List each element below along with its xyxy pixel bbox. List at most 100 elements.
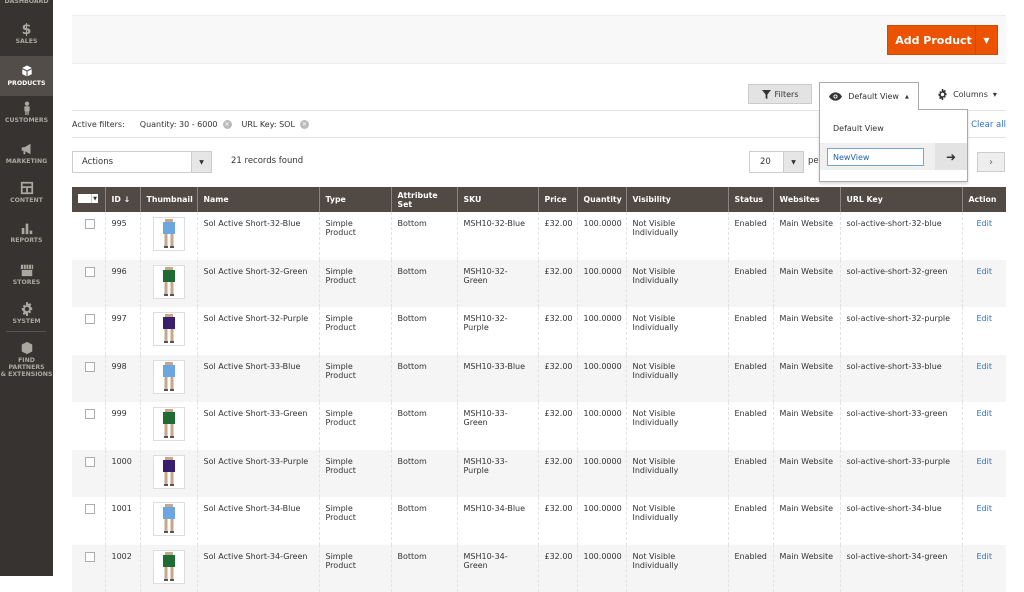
cell-thumbnail — [140, 355, 197, 403]
edit-link[interactable]: Edit — [977, 314, 993, 323]
chevron-right-icon: › — [989, 157, 993, 168]
product-thumbnail[interactable] — [153, 265, 185, 299]
filters-button[interactable]: Filters — [748, 84, 812, 104]
sidebar-item-find-partners[interactable]: FIND PARTNERS & EXTENSIONS — [0, 341, 53, 377]
product-thumbnail[interactable] — [153, 360, 185, 394]
sidebar-item-marketing[interactable]: MARKETING — [0, 142, 53, 174]
table-row[interactable]: 997Sol Active Short-32-PurpleSimple Prod… — [72, 307, 1006, 355]
cell-url-key: sol-active-short-32-purple — [840, 307, 962, 355]
sidebar-item-reports[interactable]: REPORTS — [0, 221, 53, 253]
table-row[interactable]: 1002Sol Active Short-34-GreenSimple Prod… — [72, 545, 1006, 592]
mass-actions-select[interactable]: Actions ▼ — [72, 151, 212, 173]
product-thumbnail[interactable] — [153, 312, 185, 346]
view-switcher-button[interactable]: Default View ▲ — [819, 82, 919, 110]
row-checkbox[interactable] — [85, 457, 95, 467]
gear-icon — [937, 89, 948, 100]
add-product-label[interactable]: Add Product — [888, 34, 975, 47]
shorts-product-image — [161, 504, 177, 534]
column-header-quantity[interactable]: Quantity — [577, 187, 626, 212]
filter-funnel-icon — [762, 90, 771, 99]
dollar-icon: $ — [0, 22, 53, 38]
column-header-visibility[interactable]: Visibility — [626, 187, 728, 212]
row-checkbox[interactable] — [85, 552, 95, 562]
table-row[interactable]: 999Sol Active Short-33-GreenSimple Produ… — [72, 402, 1006, 450]
columns-button[interactable]: Columns ▾ — [932, 84, 1002, 104]
cell-price: £32.00 — [538, 545, 577, 592]
product-thumbnail[interactable] — [153, 455, 185, 489]
row-checkbox[interactable] — [85, 219, 95, 229]
row-checkbox[interactable] — [85, 314, 95, 324]
edit-link[interactable]: Edit — [977, 457, 993, 466]
column-header-type[interactable]: Type — [319, 187, 391, 212]
cell-status: Enabled — [728, 497, 773, 545]
edit-link[interactable]: Edit — [977, 552, 993, 561]
filter-chip-label: Quantity: 30 - 6000 — [140, 120, 218, 129]
per-page-select[interactable]: 20 ▼ — [749, 151, 804, 173]
column-header-id[interactable]: ID ↓ — [105, 187, 140, 212]
table-row[interactable]: 998Sol Active Short-33-BlueSimple Produc… — [72, 355, 1006, 403]
product-thumbnail[interactable] — [153, 217, 185, 251]
table-row[interactable]: 996Sol Active Short-32-GreenSimple Produ… — [72, 260, 1006, 308]
save-view-button[interactable]: ➜ — [935, 143, 967, 170]
cell-attribute-set: Bottom — [391, 307, 457, 355]
row-select-cell — [72, 545, 105, 592]
mass-select-checkbox[interactable]: ▼ — [78, 194, 98, 204]
clear-all-filters-link[interactable]: Clear all — [971, 120, 1006, 130]
column-header-name[interactable]: Name — [197, 187, 319, 212]
row-checkbox[interactable] — [85, 504, 95, 514]
column-header-websites[interactable]: Websites — [773, 187, 840, 212]
cell-type: Simple Product — [319, 212, 391, 260]
column-header-attribute-set[interactable]: Attribute Set — [391, 187, 457, 212]
view-option-default[interactable]: Default View — [833, 124, 884, 133]
remove-filter-icon[interactable]: ✕ — [223, 120, 232, 129]
row-checkbox[interactable] — [85, 267, 95, 277]
add-product-dropdown-toggle[interactable]: ▼ — [975, 26, 997, 54]
sidebar-item-label: PRODUCTS — [0, 80, 53, 87]
edit-link[interactable]: Edit — [977, 504, 993, 513]
column-header-url-key[interactable]: URL Key — [840, 187, 962, 212]
edit-link[interactable]: Edit — [977, 409, 993, 418]
table-row[interactable]: 1000Sol Active Short-33-PurpleSimple Pro… — [72, 450, 1006, 498]
sidebar-divider — [6, 331, 46, 332]
sidebar-item-products[interactable]: PRODUCTS — [0, 56, 53, 96]
cell-action: Edit — [962, 355, 1006, 403]
table-row[interactable]: 1001Sol Active Short-34-BlueSimple Produ… — [72, 497, 1006, 545]
remove-filter-icon[interactable]: ✕ — [300, 120, 309, 129]
add-product-button[interactable]: Add Product ▼ — [887, 25, 998, 55]
cell-action: Edit — [962, 260, 1006, 308]
sidebar-item-stores[interactable]: STORES — [0, 263, 53, 295]
column-header-status[interactable]: Status — [728, 187, 773, 212]
cell-name: Sol Active Short-32-Green — [197, 260, 319, 308]
column-header-price[interactable]: Price — [538, 187, 577, 212]
column-header-sku[interactable]: SKU — [457, 187, 538, 212]
product-thumbnail[interactable] — [153, 407, 185, 441]
edit-link[interactable]: Edit — [977, 362, 993, 371]
edit-link[interactable]: Edit — [977, 267, 993, 276]
table-row[interactable]: 995Sol Active Short-32-BlueSimple Produc… — [72, 212, 1006, 260]
product-thumbnail[interactable] — [153, 502, 185, 536]
cell-price: £32.00 — [538, 355, 577, 403]
cell-url-key: sol-active-short-32-green — [840, 260, 962, 308]
sidebar-item-content[interactable]: CONTENT — [0, 181, 53, 213]
sidebar-item-system[interactable]: SYSTEM — [0, 302, 53, 334]
row-checkbox[interactable] — [85, 409, 95, 419]
cell-type: Simple Product — [319, 307, 391, 355]
cell-websites: Main Website — [773, 497, 840, 545]
row-checkbox[interactable] — [85, 362, 95, 372]
edit-link[interactable]: Edit — [977, 219, 993, 228]
new-view-name-input[interactable] — [827, 148, 924, 166]
sidebar-item-dashboard[interactable]: DASHBOARD — [0, 0, 53, 10]
row-select-cell — [72, 450, 105, 498]
product-thumbnail[interactable] — [153, 550, 185, 584]
mass-select-header[interactable]: ▼ — [72, 187, 105, 212]
filter-chip: URL Key: SOL ✕ — [242, 120, 309, 129]
sidebar-item-customers[interactable]: CUSTOMERS — [0, 101, 53, 133]
shorts-product-image — [161, 267, 177, 297]
main-content: Add Product ▼ Filters Default View ▲ Col… — [53, 0, 1024, 576]
cell-sku: MSH10-33-Blue — [457, 355, 538, 403]
columns-label: Columns — [953, 90, 988, 99]
cell-quantity: 100.0000 — [577, 212, 626, 260]
cell-status: Enabled — [728, 260, 773, 308]
next-page-button[interactable]: › — [977, 152, 1005, 172]
cell-status: Enabled — [728, 545, 773, 592]
